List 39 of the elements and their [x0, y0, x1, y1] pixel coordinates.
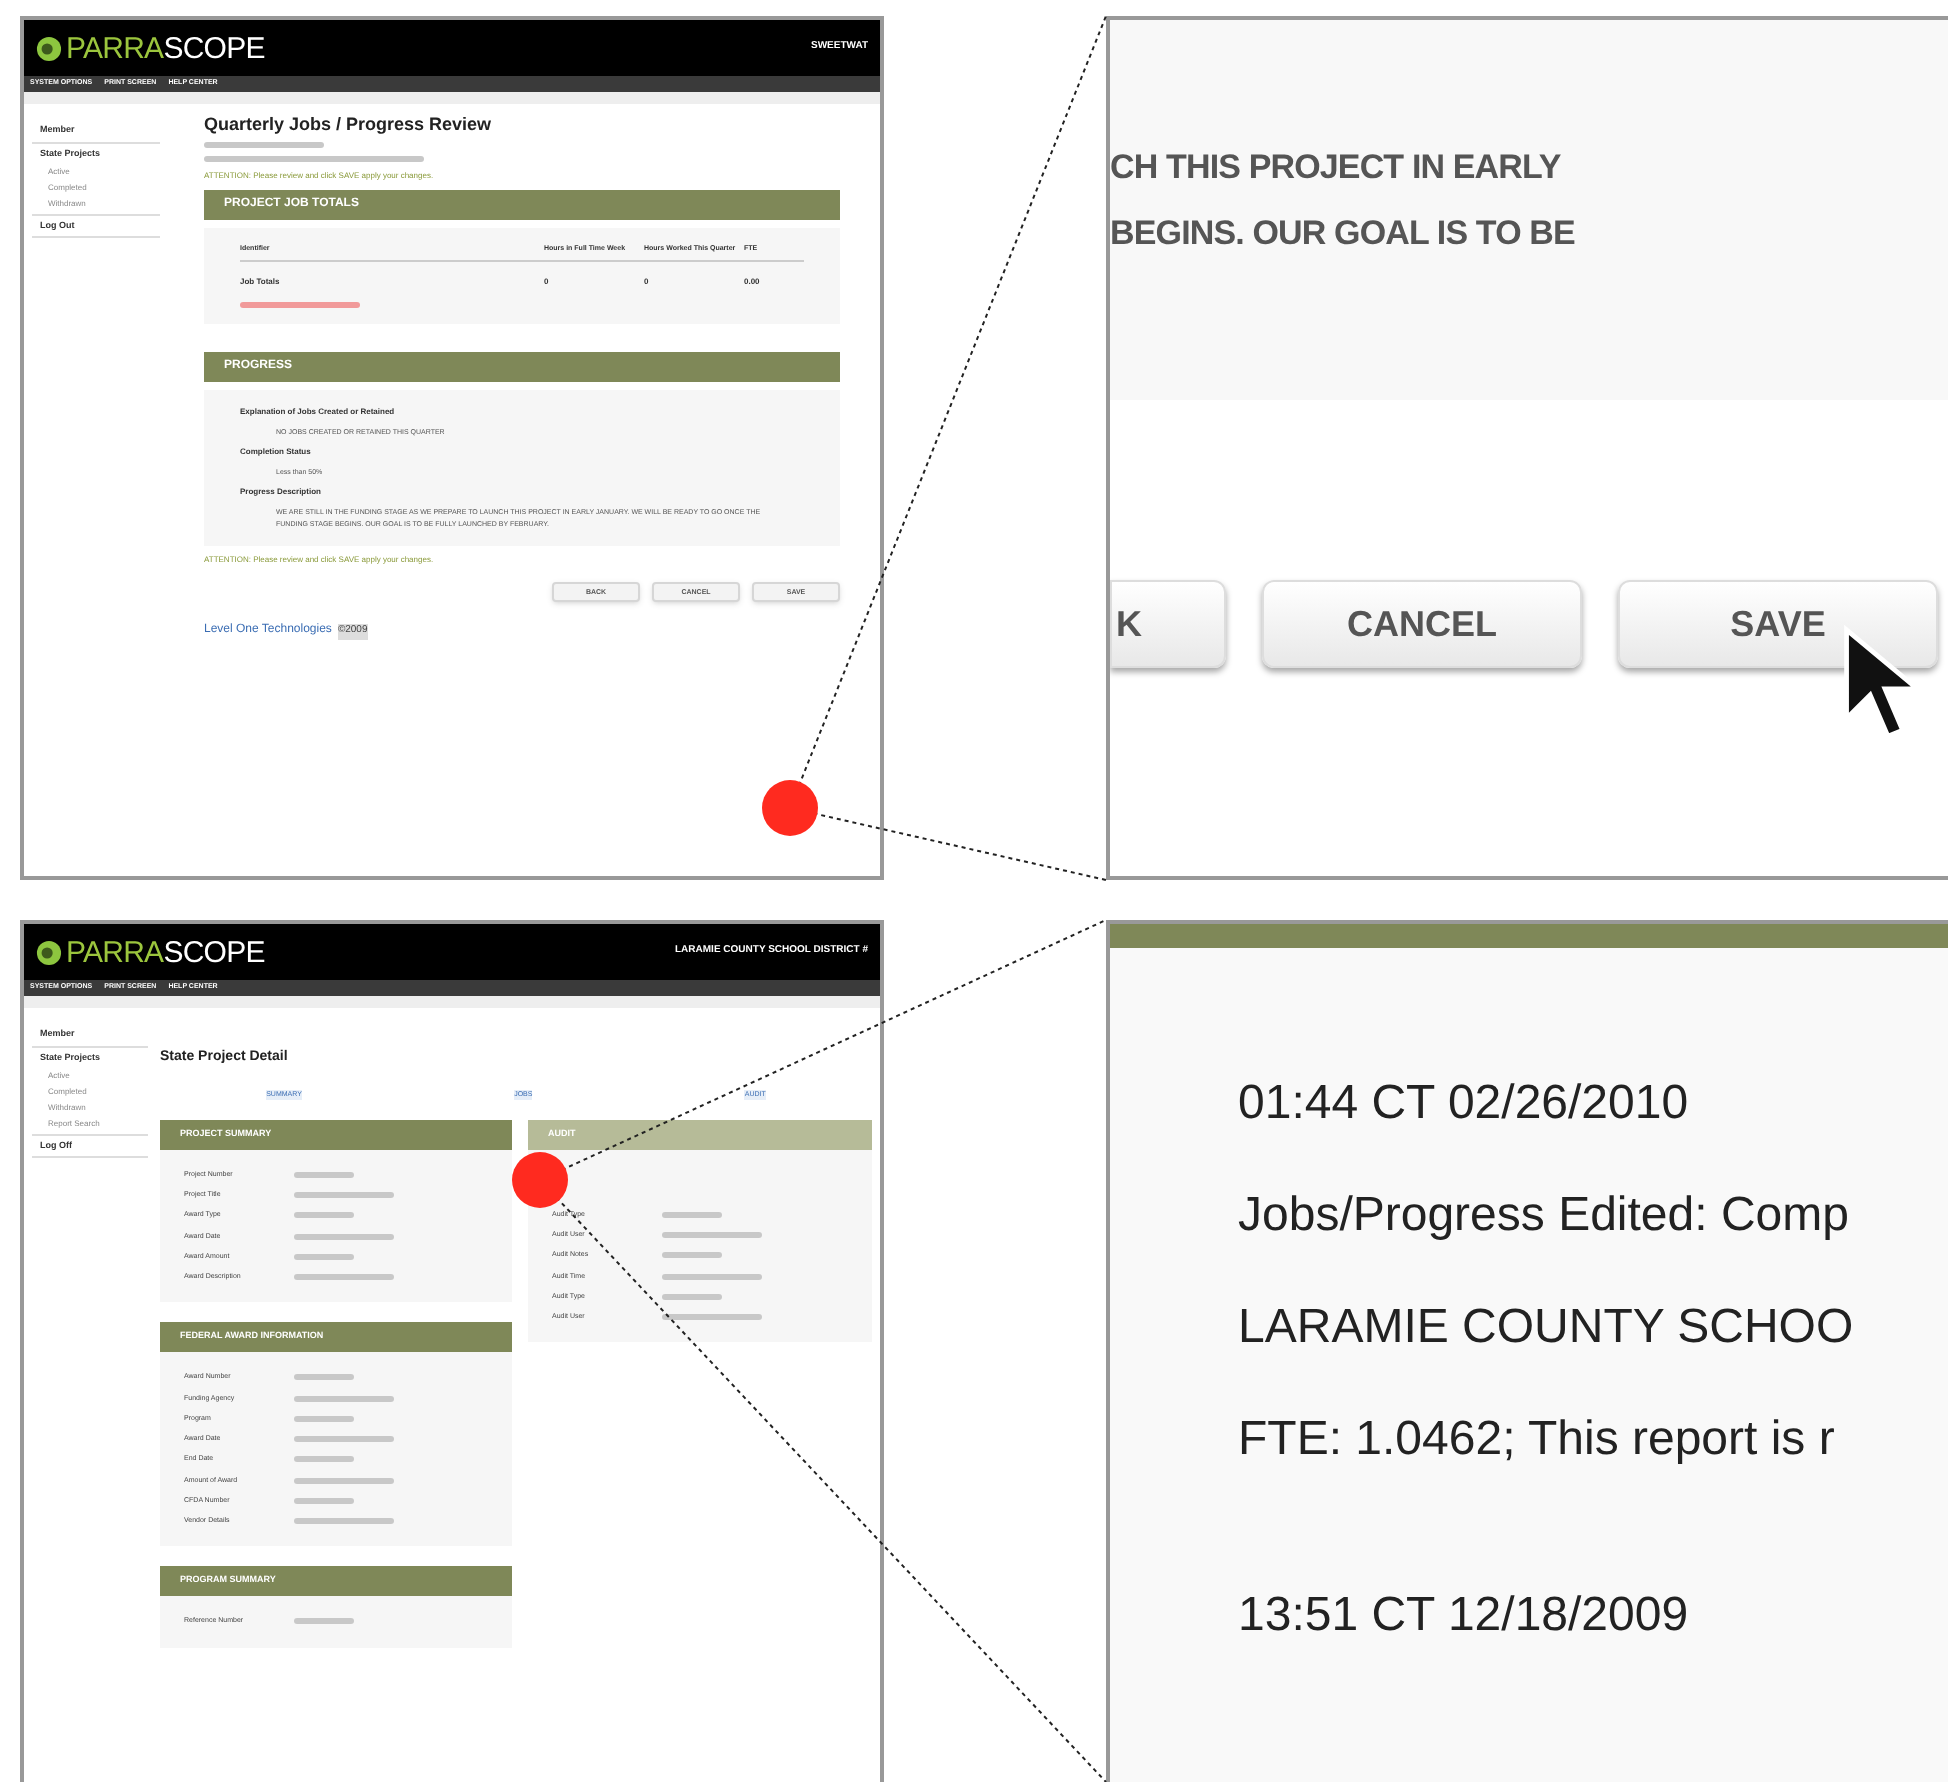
- globe-logo-icon: [36, 939, 62, 965]
- audit-entry-text: LARAMIE COUNTY SCHOO: [1238, 1298, 1856, 1358]
- blurred-text-drawing: [294, 1212, 354, 1219]
- blurred-text-drawing: [294, 1274, 394, 1281]
- blurred-text-drawing: [294, 1192, 394, 1199]
- blurred-text-drawing: [294, 1395, 394, 1402]
- blurred-text-drawing: [294, 1374, 354, 1381]
- audit-entry-text: FTE: 1.0462; This report is r: [1238, 1410, 1837, 1470]
- blurred-text-drawing: [294, 1233, 394, 1240]
- logo-text: PARRASCOPE: [66, 937, 265, 967]
- action-button[interactable]: CANCEL: [1262, 580, 1582, 668]
- description-text: CH THIS PROJECT IN EARLY: [1110, 145, 1563, 189]
- blurred-text-drawing: [294, 1171, 354, 1178]
- action-button[interactable]: K: [1110, 580, 1226, 668]
- description-text: BEGINS. OUR GOAL IS TO BE: [1110, 212, 1577, 256]
- marker-dot: [512, 1152, 568, 1208]
- globe-logo-icon: [36, 35, 62, 61]
- blurred-text-drawing: [294, 1456, 354, 1463]
- blurred-text-drawing: [662, 1314, 762, 1321]
- blurred-text-drawing: [294, 1436, 394, 1443]
- blurred-text-drawing: [294, 1253, 354, 1260]
- blurred-text-drawing: [662, 1252, 722, 1259]
- blurred-text-drawing: [662, 1211, 722, 1218]
- audit-entry-text: 13:51 CT 12/18/2009: [1238, 1586, 1691, 1646]
- blurred-text-drawing: [294, 1618, 354, 1625]
- blurred-text-drawing: [204, 142, 324, 148]
- blurred-text-drawing: [240, 302, 360, 309]
- blurred-text-drawing: [294, 1477, 394, 1484]
- marker-dot: [762, 780, 818, 836]
- blurred-text-drawing: [662, 1293, 722, 1300]
- logo-text: PARRASCOPE: [66, 33, 265, 63]
- blurred-text-drawing: [294, 1518, 394, 1525]
- audit-entry-text: Jobs/Progress Edited: Comp: [1238, 1186, 1851, 1246]
- audit-entry-text: 01:44 CT 02/26/2010: [1238, 1074, 1691, 1134]
- page-title: Quarterly Jobs / Progress Review: [204, 116, 494, 134]
- blurred-text-drawing: [294, 1497, 354, 1504]
- blurred-text-drawing: [662, 1232, 762, 1239]
- blurred-text-drawing: [662, 1273, 762, 1280]
- blurred-text-drawing: [294, 1415, 354, 1422]
